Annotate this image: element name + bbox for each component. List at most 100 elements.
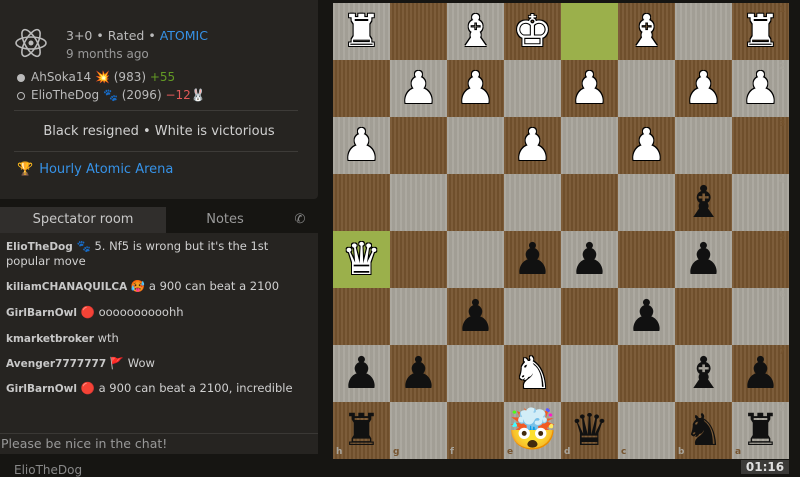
board-square[interactable] xyxy=(390,231,447,288)
trophy-icon: 🏆 xyxy=(17,162,34,177)
bottom-player-name[interactable]: ElioTheDog xyxy=(14,463,82,477)
board-square[interactable] xyxy=(504,288,561,345)
white-pawn[interactable]: ♟ xyxy=(561,60,618,117)
chat-user[interactable]: kiliamCHANAQUILCA xyxy=(6,281,127,293)
white-pawn[interactable]: ♟ xyxy=(333,117,390,174)
variant-link[interactable]: ATOMIC xyxy=(160,28,208,43)
black-pawn[interactable]: ♟ xyxy=(561,231,618,288)
white-rook[interactable]: ♜ xyxy=(333,3,390,60)
tournament-name[interactable]: Hourly Atomic Arena xyxy=(39,162,173,177)
white-pawn[interactable]: ♟ xyxy=(504,117,561,174)
divider xyxy=(14,110,298,111)
white-bishop[interactable]: ♝ xyxy=(618,3,675,60)
black-bishop[interactable]: ♝ xyxy=(675,345,732,402)
board-square[interactable] xyxy=(504,174,561,231)
chat-messages: ElioTheDog 🐾 5. Nf5 is wrong but it's th… xyxy=(0,233,318,433)
chat-badge-icon: 🚩 xyxy=(109,356,125,370)
time-control: 3+0 xyxy=(66,28,93,43)
board-square[interactable] xyxy=(675,117,732,174)
player-badge-icon: 💥 xyxy=(94,70,110,84)
board-square[interactable] xyxy=(618,231,675,288)
tournament-link[interactable]: 🏆 Hourly Atomic Arena xyxy=(17,162,173,177)
file-label: g xyxy=(393,447,400,457)
chat-user[interactable]: ElioTheDog xyxy=(6,241,73,253)
chat-badge-icon: 🔴 xyxy=(80,305,95,319)
chat-message: GirlBarnOwl 🔴 oooooooooohh xyxy=(6,305,306,320)
chat-text: a 900 can beat a 2100, incredible xyxy=(98,381,293,395)
black-pawn[interactable]: ♟ xyxy=(390,345,447,402)
black-pawn[interactable]: ♟ xyxy=(447,288,504,345)
chat-badge-icon: 🐾 xyxy=(76,239,91,253)
white-pawn[interactable]: ♟ xyxy=(675,60,732,117)
black-pawn[interactable]: ♟ xyxy=(504,231,561,288)
white-bishop[interactable]: ♝ xyxy=(447,3,504,60)
board-square[interactable] xyxy=(447,174,504,231)
chat-user[interactable]: kmarketbroker xyxy=(6,333,94,345)
board-square[interactable] xyxy=(618,402,675,459)
phone-icon[interactable]: ✆ xyxy=(288,207,312,233)
player-name[interactable]: AhSoka14 xyxy=(31,70,91,84)
black-pawn[interactable]: ♟ xyxy=(333,345,390,402)
black-bishop[interactable]: ♝ xyxy=(675,174,732,231)
board-square[interactable] xyxy=(561,174,618,231)
chat-user[interactable]: Avenger7777777 xyxy=(6,358,106,370)
board-square[interactable] xyxy=(675,3,732,60)
board-square[interactable] xyxy=(333,288,390,345)
board-square[interactable] xyxy=(561,117,618,174)
board-square[interactable] xyxy=(561,288,618,345)
chess-board[interactable]: ♜ ♝ ♚ ♝ ♜ ♟ ♟ ♟ ♟ ♟ ♟ ♟ ♟ ♝ ♛ ♟ ♟ ♟ ♟ ♟ ♟ ♟ ♞ ♝ ♟ ♜ 🤯 ♛ ♞ ♜ 1 2 3 4 5 6 7 8 h g… xyxy=(333,3,789,459)
board-square[interactable] xyxy=(390,3,447,60)
white-pawn[interactable]: ♟ xyxy=(390,60,447,117)
atom-icon xyxy=(15,28,47,58)
player-rating: (2096) xyxy=(121,88,162,102)
rating-diff: −12 xyxy=(165,88,191,102)
board-square[interactable] xyxy=(390,174,447,231)
board-square[interactable] xyxy=(333,174,390,231)
player-white: AhSoka14 💥 (983) +55 xyxy=(17,70,175,84)
board-square[interactable] xyxy=(390,117,447,174)
board-square[interactable] xyxy=(333,60,390,117)
chat-user[interactable]: GirlBarnOwl xyxy=(6,383,77,395)
board-square[interactable] xyxy=(618,60,675,117)
board-square[interactable] xyxy=(561,3,618,60)
rank-label: 6 xyxy=(779,290,786,300)
board-square[interactable] xyxy=(618,174,675,231)
chat-message: kiliamCHANAQUILCA 🥵 a 900 can beat a 210… xyxy=(6,279,306,294)
board-square[interactable] xyxy=(447,345,504,402)
game-result: Black resigned • White is victorious xyxy=(43,124,275,139)
rank-label: 4 xyxy=(779,176,786,186)
board-square[interactable] xyxy=(675,288,732,345)
chat-tabs: Spectator room Notes ✆ xyxy=(0,207,318,233)
tab-notes[interactable]: Notes xyxy=(166,207,284,233)
game-info-panel: 3+0 • Rated • ATOMIC 9 months ago AhSoka… xyxy=(0,0,318,199)
board-square[interactable] xyxy=(447,402,504,459)
chat-input[interactable]: Please be nice in the chat! xyxy=(0,433,318,454)
chat-badge-icon: 🥵 xyxy=(130,279,146,293)
board-square[interactable] xyxy=(618,345,675,402)
black-pawn[interactable]: ♟ xyxy=(618,288,675,345)
rank-label: 3 xyxy=(779,119,786,129)
white-queen[interactable]: ♛ xyxy=(333,231,390,288)
board-square[interactable] xyxy=(561,345,618,402)
chat-text: a 900 can beat a 2100 xyxy=(148,279,280,293)
player-name[interactable]: ElioTheDog xyxy=(31,88,99,102)
black-pawn[interactable]: ♟ xyxy=(675,231,732,288)
white-pawn[interactable]: ♟ xyxy=(447,60,504,117)
white-pawn[interactable]: ♟ xyxy=(618,117,675,174)
player-clock: 01:16 xyxy=(741,460,789,474)
player-badge-icon: 🐾 xyxy=(102,88,118,102)
file-label: c xyxy=(621,447,627,457)
player-tail-icon: 🐰 xyxy=(190,88,206,102)
chat-user[interactable]: GirlBarnOwl xyxy=(6,307,77,319)
file-label: f xyxy=(450,447,454,457)
board-square[interactable] xyxy=(504,60,561,117)
tab-spectator-room[interactable]: Spectator room xyxy=(0,207,166,233)
board-square[interactable] xyxy=(390,288,447,345)
white-king[interactable]: ♚ xyxy=(504,3,561,60)
white-knight[interactable]: ♞ xyxy=(504,345,561,402)
chat-message: Avenger7777777 🚩 Wow xyxy=(6,356,306,371)
board-square[interactable] xyxy=(447,231,504,288)
separator: • xyxy=(96,28,104,43)
chat-text: oooooooooohh xyxy=(98,305,184,319)
board-square[interactable] xyxy=(447,117,504,174)
